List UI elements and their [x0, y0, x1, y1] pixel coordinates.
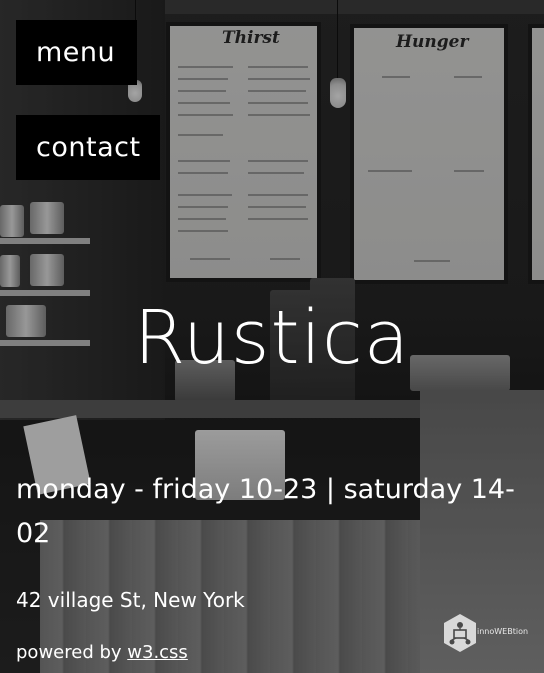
opening-hours: monday - friday 10-23 | saturday 14-02	[16, 474, 515, 549]
menu-button[interactable]: menu	[16, 20, 137, 85]
powered-by-prefix: powered by	[16, 642, 128, 663]
powered-by: powered by w3.css	[16, 642, 188, 663]
hexagon-network-icon	[444, 614, 476, 652]
contact-button[interactable]: contact	[16, 115, 160, 180]
w3css-link[interactable]: w3.css	[127, 642, 188, 663]
page-title: Rustica	[133, 295, 411, 381]
innowebtion-badge[interactable]: innoWEBtion	[443, 613, 535, 653]
address: 42 village St, New York	[16, 588, 245, 612]
badge-label: innoWEBtion	[477, 627, 529, 636]
